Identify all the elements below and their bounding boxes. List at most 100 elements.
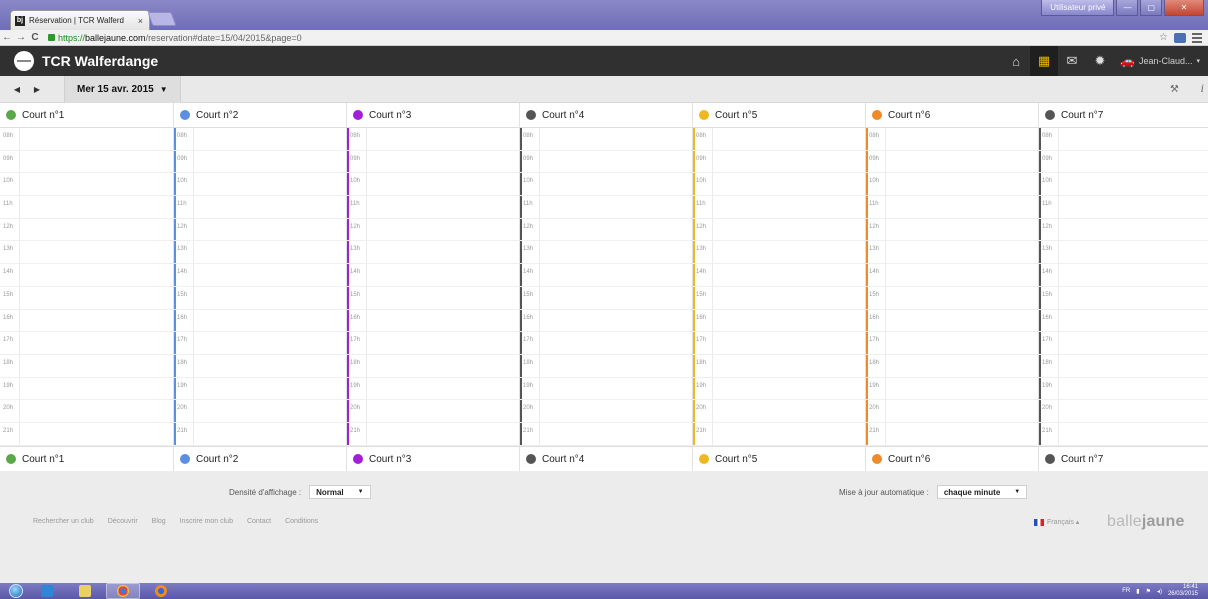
previous-day-button[interactable]: ◀ bbox=[8, 85, 26, 94]
booking-slot[interactable] bbox=[367, 219, 519, 241]
booking-slot[interactable] bbox=[1059, 400, 1208, 422]
booking-slot[interactable] bbox=[367, 264, 519, 286]
start-button[interactable] bbox=[6, 583, 26, 599]
booking-slot[interactable] bbox=[367, 287, 519, 309]
booking-slot[interactable] bbox=[194, 332, 346, 354]
court-header[interactable]: Court n°3 bbox=[347, 103, 519, 128]
booking-slot[interactable] bbox=[713, 332, 865, 354]
booking-slot[interactable] bbox=[713, 173, 865, 195]
url-field[interactable]: https:// ballejaune.com /reservation#dat… bbox=[48, 33, 302, 43]
booking-slot[interactable] bbox=[713, 241, 865, 263]
ballejaune-logo[interactable]: ballejaune bbox=[1107, 513, 1185, 531]
booking-slot[interactable] bbox=[886, 196, 1038, 218]
booking-slot[interactable] bbox=[540, 287, 692, 309]
flag-icon[interactable]: ⚑ bbox=[1146, 588, 1151, 595]
booking-slot[interactable] bbox=[1059, 219, 1208, 241]
booking-slot[interactable] bbox=[540, 241, 692, 263]
forward-button[interactable]: → bbox=[14, 32, 28, 43]
new-tab-button[interactable] bbox=[147, 12, 177, 26]
footer-link-conditions[interactable]: Conditions bbox=[285, 518, 318, 525]
booking-slot[interactable] bbox=[886, 400, 1038, 422]
booking-slot[interactable] bbox=[367, 355, 519, 377]
back-button[interactable]: ← bbox=[0, 32, 14, 43]
booking-slot[interactable] bbox=[20, 196, 173, 218]
booking-slot[interactable] bbox=[1059, 196, 1208, 218]
footer-link-search-club[interactable]: Rechercher un club bbox=[33, 518, 94, 525]
booking-slot[interactable] bbox=[194, 400, 346, 422]
booking-slot[interactable] bbox=[20, 310, 173, 332]
booking-slot[interactable] bbox=[540, 355, 692, 377]
booking-slot[interactable] bbox=[367, 400, 519, 422]
booking-slot[interactable] bbox=[886, 287, 1038, 309]
footer-link-discover[interactable]: Découvrir bbox=[108, 518, 138, 525]
club-logo[interactable] bbox=[14, 51, 34, 71]
booking-slot[interactable] bbox=[194, 287, 346, 309]
booking-slot[interactable] bbox=[20, 287, 173, 309]
density-select[interactable]: Normal ▼ bbox=[309, 485, 371, 499]
home-icon[interactable]: ⌂ bbox=[1002, 46, 1030, 76]
booking-slot[interactable] bbox=[367, 310, 519, 332]
booking-slot[interactable] bbox=[540, 128, 692, 150]
gear-icon[interactable]: ✹ bbox=[1086, 46, 1114, 76]
booking-slot[interactable] bbox=[367, 173, 519, 195]
taskbar-app-explorer[interactable] bbox=[68, 583, 102, 599]
booking-slot[interactable] bbox=[1059, 287, 1208, 309]
booking-slot[interactable] bbox=[886, 355, 1038, 377]
info-icon[interactable]: i bbox=[1201, 84, 1204, 95]
network-icon[interactable]: ▮ bbox=[1136, 588, 1139, 595]
autoupdate-select[interactable]: chaque minute ▼ bbox=[936, 485, 1028, 499]
court-footer[interactable]: Court n°5 bbox=[693, 446, 865, 471]
booking-slot[interactable] bbox=[194, 196, 346, 218]
booking-slot[interactable] bbox=[713, 219, 865, 241]
tab-close-icon[interactable]: × bbox=[138, 16, 143, 26]
reload-button[interactable]: C bbox=[28, 32, 42, 43]
booking-slot[interactable] bbox=[1059, 128, 1208, 150]
court-footer[interactable]: Court n°2 bbox=[174, 446, 346, 471]
booking-slot[interactable] bbox=[713, 196, 865, 218]
booking-slot[interactable] bbox=[194, 423, 346, 445]
booking-slot[interactable] bbox=[713, 378, 865, 400]
booking-slot[interactable] bbox=[1059, 378, 1208, 400]
booking-slot[interactable] bbox=[194, 264, 346, 286]
booking-slot[interactable] bbox=[20, 128, 173, 150]
profile-button[interactable]: Utilisateur privé bbox=[1041, 0, 1115, 16]
booking-slot[interactable] bbox=[886, 241, 1038, 263]
booking-slot[interactable] bbox=[540, 196, 692, 218]
booking-slot[interactable] bbox=[367, 151, 519, 173]
booking-slot[interactable] bbox=[713, 355, 865, 377]
booking-slot[interactable] bbox=[713, 423, 865, 445]
user-menu[interactable]: 🚗 Jean-Claud... ▾ bbox=[1114, 54, 1208, 68]
court-header[interactable]: Court n°5 bbox=[693, 103, 865, 128]
court-footer[interactable]: Court n°7 bbox=[1039, 446, 1208, 471]
booking-slot[interactable] bbox=[367, 196, 519, 218]
booking-slot[interactable] bbox=[540, 400, 692, 422]
booking-slot[interactable] bbox=[194, 310, 346, 332]
booking-slot[interactable] bbox=[713, 400, 865, 422]
booking-slot[interactable] bbox=[194, 219, 346, 241]
booking-slot[interactable] bbox=[20, 264, 173, 286]
booking-slot[interactable] bbox=[540, 219, 692, 241]
booking-slot[interactable] bbox=[540, 310, 692, 332]
booking-slot[interactable] bbox=[20, 173, 173, 195]
booking-slot[interactable] bbox=[1059, 241, 1208, 263]
booking-slot[interactable] bbox=[886, 128, 1038, 150]
booking-slot[interactable] bbox=[886, 332, 1038, 354]
booking-slot[interactable] bbox=[20, 332, 173, 354]
taskbar-app-media[interactable] bbox=[30, 583, 64, 599]
booking-slot[interactable] bbox=[1059, 423, 1208, 445]
booking-slot[interactable] bbox=[367, 332, 519, 354]
booking-slot[interactable] bbox=[713, 151, 865, 173]
booking-slot[interactable] bbox=[540, 173, 692, 195]
booking-slot[interactable] bbox=[713, 287, 865, 309]
booking-slot[interactable] bbox=[20, 151, 173, 173]
taskbar-app-firefox[interactable] bbox=[144, 583, 178, 599]
booking-slot[interactable] bbox=[886, 264, 1038, 286]
booking-slot[interactable] bbox=[1059, 151, 1208, 173]
calendar-icon[interactable]: ▦ bbox=[1030, 46, 1058, 76]
footer-link-blog[interactable]: Blog bbox=[152, 518, 166, 525]
minimize-button[interactable]: — bbox=[1116, 0, 1139, 16]
booking-slot[interactable] bbox=[886, 173, 1038, 195]
footer-link-register-club[interactable]: Inscrire mon club bbox=[180, 518, 233, 525]
booking-slot[interactable] bbox=[194, 173, 346, 195]
next-day-button[interactable]: ▶ bbox=[28, 85, 46, 94]
